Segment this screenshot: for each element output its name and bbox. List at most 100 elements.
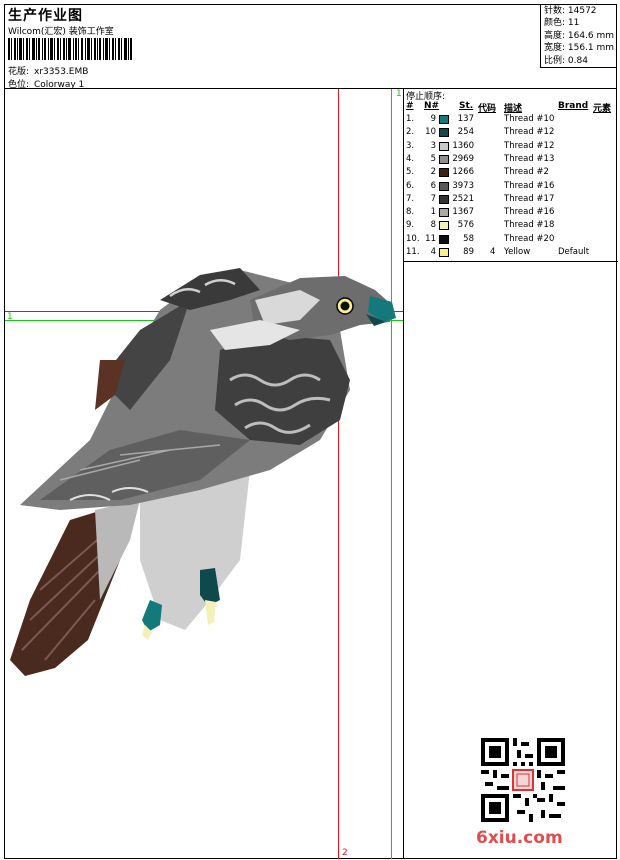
horizontal-guide-red (5, 311, 403, 312)
stitch-count: 针数: 14572 (544, 6, 597, 16)
row-code: 4 (490, 247, 496, 257)
row-stitches: 89 (463, 247, 474, 257)
company-name: Wilcom(汇宏) 装饰工作室 (8, 27, 114, 37)
color-swatch (439, 194, 449, 204)
color-swatch (439, 154, 449, 164)
design-height: 高度: 164.6 mm (544, 30, 615, 41)
col-index: # (406, 101, 414, 111)
thread-row: 1. 9 137 Thread #10 (404, 114, 618, 127)
row-description: Thread #20 (504, 233, 555, 244)
colorway-line: 色位: Colorway 1 (8, 77, 84, 90)
thread-row: 2. 10 254 Thread #12 (404, 127, 618, 140)
row-description: Thread #16 (504, 207, 555, 218)
page-title: 生产作业图 (8, 8, 83, 24)
barcode (8, 38, 132, 60)
stats-box: 针数: 14572 颜色: 11 高度: 164.6 mm 宽度: 156.1 … (540, 4, 617, 68)
col-code: 代码 (478, 104, 497, 114)
row-description: Thread #12 (504, 127, 555, 138)
header: 生产作业图 Wilcom(汇宏) 装饰工作室 花版: xr3353.EMB 色位:… (4, 4, 617, 90)
row-index: 2. (406, 127, 415, 138)
row-stitches: 576 (457, 220, 474, 231)
row-description: Thread #12 (504, 140, 555, 151)
colorway-value: Colorway 1 (34, 80, 85, 90)
guide-label-v1: 1 (396, 89, 402, 99)
row-description: Thread #10 (504, 114, 555, 124)
row-number: 8 (430, 220, 436, 231)
row-description: Thread #17 (504, 193, 555, 204)
color-swatch (439, 168, 449, 178)
design-width: 宽度: 156.1 mm (544, 43, 615, 54)
qr-code (481, 738, 565, 822)
row-index: 6. (406, 180, 415, 191)
vertical-guide-green (391, 89, 392, 859)
row-stitches: 254 (457, 127, 474, 138)
row-number: 2 (430, 167, 436, 178)
design-value: xr3353.EMB (34, 67, 89, 77)
row-description: Thread #2 (504, 167, 549, 178)
row-description: Thread #18 (504, 220, 555, 231)
color-swatch (439, 208, 449, 218)
col-description: 描述 (504, 104, 523, 114)
guide-label-v2: 2 (342, 848, 348, 858)
thread-row: 10. 11 58 Thread #20 (404, 234, 618, 247)
col-stitches: St. (459, 101, 474, 111)
color-swatch (439, 128, 449, 138)
row-stitches: 3973 (452, 180, 474, 191)
row-number: 5 (430, 153, 436, 164)
thread-row: 7. 7 2521 Thread #17 (404, 194, 618, 207)
row-description: Yellow (504, 247, 531, 257)
row-number: 4 (430, 247, 436, 257)
thread-row: 4. 5 2969 Thread #13 (404, 154, 618, 167)
row-number: 7 (430, 193, 436, 204)
watermark-logo: 6xiu.com (476, 828, 563, 848)
row-number: 11 (425, 233, 436, 244)
row-number: 9 (430, 114, 436, 124)
thread-row: 8. 1 1367 Thread #16 (404, 207, 618, 220)
row-index: 1. (406, 114, 415, 124)
row-number: 6 (430, 180, 436, 191)
row-index: 11. (406, 247, 420, 257)
color-swatch (439, 141, 449, 151)
row-number: 3 (430, 140, 436, 151)
horizontal-guide-green (5, 320, 403, 321)
row-index: 5. (406, 167, 415, 178)
thread-row: 11. 4 89 4 Yellow Default (404, 247, 618, 260)
thread-row: 6. 6 3973 Thread #16 (404, 181, 618, 194)
row-stitches: 1266 (452, 167, 474, 178)
row-index: 10. (406, 233, 420, 244)
design-label: 花版: (8, 67, 30, 77)
row-index: 3. (406, 140, 415, 151)
colorway-label: 色位: (8, 80, 30, 90)
row-stitches: 1360 (452, 140, 474, 151)
color-swatch (439, 181, 449, 191)
row-index: 4. (406, 153, 415, 164)
color-swatch (439, 221, 449, 231)
design-scale: 比例: 0.84 (544, 55, 588, 66)
col-brand: Brand (558, 101, 589, 111)
thread-row: 5. 2 1266 Thread #2 (404, 167, 618, 180)
color-count: 颜色: 11 (544, 18, 580, 29)
guide-label-h1: 1 (7, 312, 13, 322)
vertical-guide-red (338, 89, 339, 859)
row-number: 10 (425, 127, 436, 138)
row-brand: Default (558, 247, 590, 257)
color-swatch (439, 248, 449, 257)
thread-row: 9. 8 576 Thread #18 (404, 220, 618, 233)
table-bottom-rule (404, 261, 618, 262)
row-number: 1 (430, 207, 436, 218)
row-stitches: 2521 (452, 193, 474, 204)
row-index: 7. (406, 193, 415, 204)
row-description: Thread #16 (504, 180, 555, 191)
row-index: 8. (406, 207, 415, 218)
row-index: 9. (406, 220, 415, 231)
row-stitches: 1367 (452, 207, 474, 218)
thread-row: 3. 3 1360 Thread #12 (404, 141, 618, 154)
color-swatch (439, 234, 449, 244)
design-line: 花版: xr3353.EMB (8, 64, 88, 77)
col-number: N# (424, 101, 440, 111)
row-stitches: 137 (457, 114, 474, 124)
row-stitches: 58 (463, 233, 474, 244)
row-description: Thread #13 (504, 153, 555, 164)
col-element: 元素 (593, 104, 612, 114)
row-stitches: 2969 (452, 153, 474, 164)
